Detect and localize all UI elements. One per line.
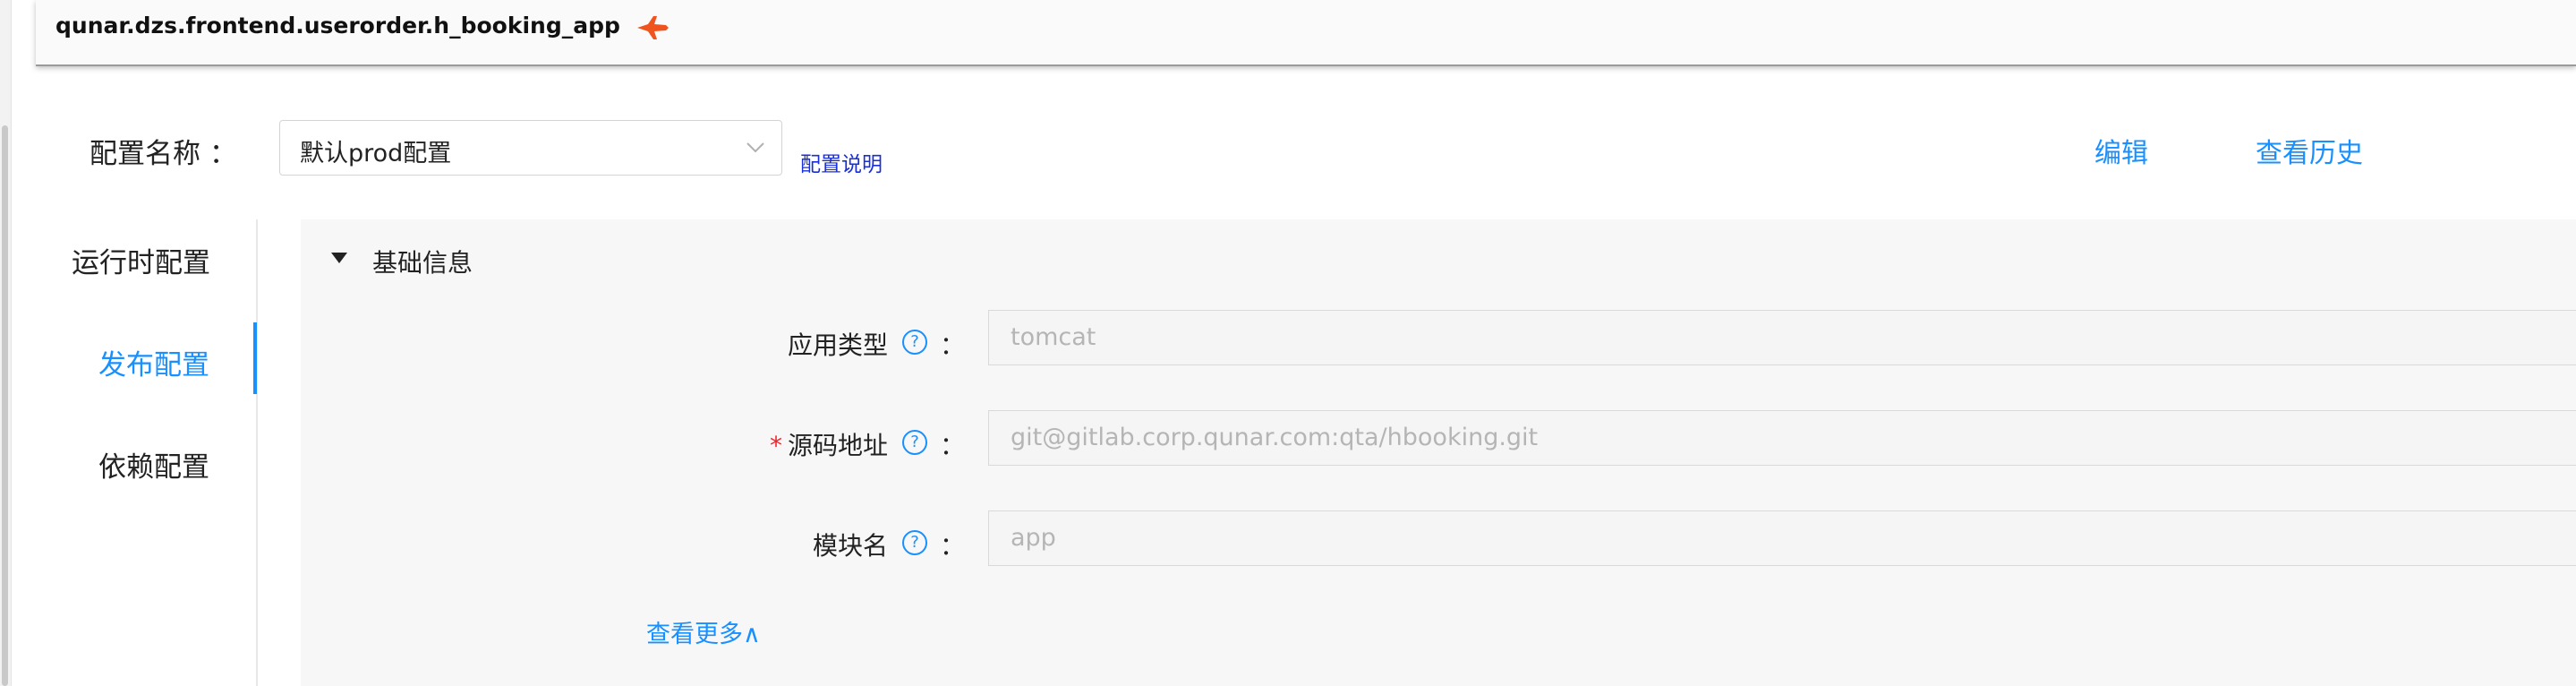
app-header: qunar.dzs.frontend.userorder.h_booking_a… — [36, 0, 2576, 66]
section-title-basic-info[interactable]: 基础信息 — [372, 244, 473, 279]
help-icon[interactable]: ? — [902, 330, 927, 355]
chevron-down-icon — [746, 142, 764, 153]
help-icon[interactable]: ? — [902, 430, 927, 455]
app-type-input[interactable]: tomcat — [988, 310, 2576, 365]
module-name-placeholder: app — [1011, 524, 1056, 552]
config-select-value: 默认prod配置 — [300, 140, 452, 167]
view-more-link[interactable]: 查看更多∧ — [646, 614, 761, 649]
edit-button[interactable]: 编辑 — [2094, 131, 2148, 170]
app-name: qunar.dzs.frontend.userorder.h_booking_a… — [55, 13, 620, 39]
module-name-input[interactable]: app — [988, 510, 2576, 566]
source-url-input[interactable]: git@gitlab.corp.qunar.com:qta/hbooking.g… — [988, 410, 2576, 466]
nav-divider — [256, 219, 258, 686]
app-type-placeholder: tomcat — [1011, 323, 1096, 351]
config-help-link[interactable]: 配置说明 — [800, 147, 883, 177]
caret-down-icon[interactable] — [331, 253, 347, 263]
source-url-placeholder: git@gitlab.corp.qunar.com:qta/hbooking.g… — [1011, 424, 1539, 451]
airplane-logo-icon — [637, 16, 669, 39]
page-scrollbar[interactable] — [0, 0, 12, 686]
field-label-module-name: 模块名 — [813, 531, 889, 561]
nav-item-dependency-config[interactable]: 依赖配置 — [98, 444, 209, 484]
scrollbar-thumb[interactable] — [2, 125, 8, 686]
field-label-source-url: * 源码地址 — [770, 426, 888, 462]
field-label-app-type: 应用类型 — [788, 330, 889, 360]
help-icon[interactable]: ? — [902, 530, 927, 555]
nav-item-runtime-config[interactable]: 运行时配置 — [72, 240, 210, 280]
nav-active-indicator — [253, 322, 257, 394]
field-colon: ： — [940, 431, 966, 460]
nav-item-release-config[interactable]: 发布配置 — [98, 342, 209, 382]
view-history-button[interactable]: 查看历史 — [2256, 131, 2363, 170]
field-colon: ： — [940, 531, 966, 561]
field-colon: ： — [940, 330, 966, 360]
config-name-label: 配置名称 ： — [90, 138, 237, 170]
config-select[interactable]: 默认prod配置 — [279, 120, 782, 176]
required-mark: * — [770, 431, 782, 460]
field-label-source-url-text: 源码地址 — [788, 431, 889, 460]
